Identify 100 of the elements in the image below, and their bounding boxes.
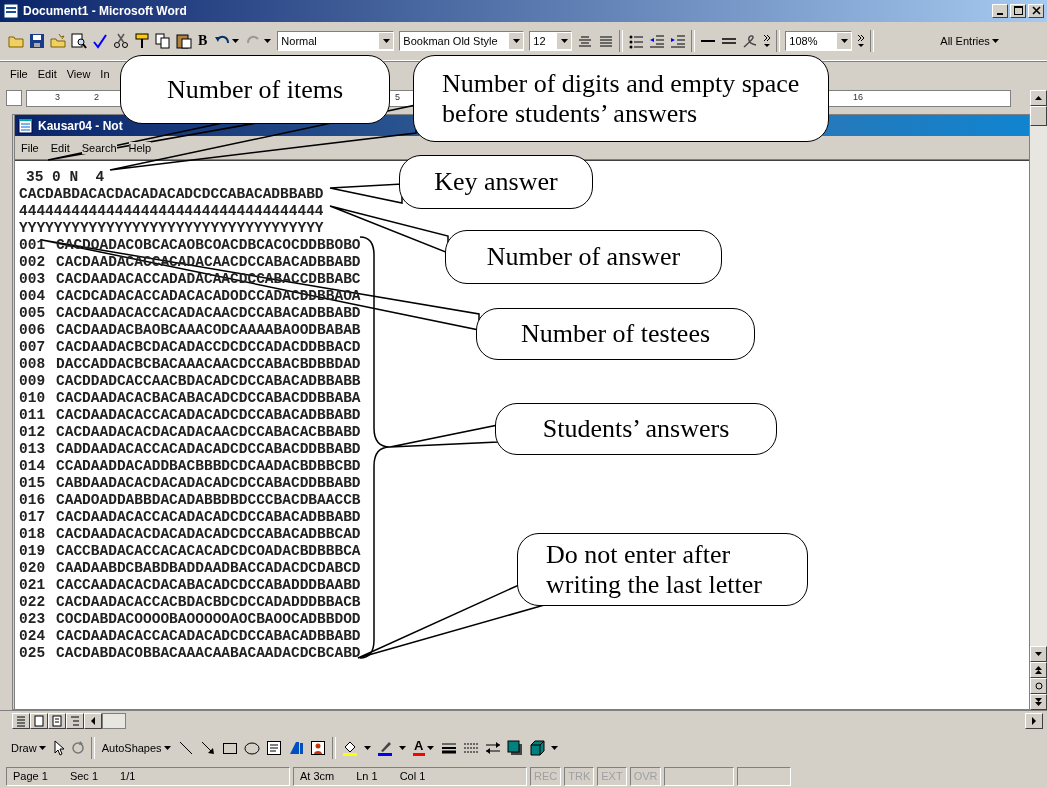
testee-number: 025 [19, 645, 47, 662]
callout: Key answer [399, 155, 593, 209]
testee-number: 017 [19, 509, 47, 526]
menu-item[interactable]: Edit [50, 141, 70, 154]
spelling-check-icon[interactable] [92, 33, 108, 49]
arrow-icon[interactable] [199, 740, 216, 756]
status-cell [737, 766, 792, 786]
line-color-icon[interactable] [376, 740, 393, 756]
answer-string: COCDABDACOOOOBAOOOOOAOCBAOOCADBBDOD [56, 611, 361, 628]
pointer-icon[interactable] [52, 740, 65, 756]
testee-number: 003 [19, 271, 47, 288]
page-icon[interactable] [34, 713, 44, 729]
lines-icon[interactable] [16, 713, 26, 729]
text-box-icon[interactable] [265, 740, 282, 756]
answer-string: CACDAADACACCACADACAACDCCABACADBBABD [56, 305, 361, 322]
style-dropdown[interactable]: Normal [277, 31, 395, 51]
testee-number: 014 [19, 458, 47, 475]
all-entries-button[interactable]: All Entries [939, 33, 1000, 49]
shadow-icon[interactable] [506, 740, 523, 756]
page-icon[interactable] [52, 713, 62, 729]
answer-string: CAADAABDCBABDBADDAADBACCADACDCDABCD [56, 560, 361, 577]
answer-string: CAADOADDABBDACADABBDBDCCCBACDBAACCB [56, 492, 361, 509]
answer-count-line: 44444444444444444444444444444444444 [19, 203, 324, 220]
draw-menu-button[interactable]: Draw [10, 740, 47, 756]
bold-button[interactable]: B [197, 33, 209, 49]
line-style-icon[interactable] [440, 740, 457, 756]
outdent-icon[interactable] [649, 33, 666, 49]
browse-object-button[interactable] [1030, 678, 1047, 694]
magnifier-page-icon[interactable] [71, 33, 87, 49]
copy-icon[interactable] [155, 33, 171, 49]
minimize-button[interactable] [992, 4, 1008, 18]
folder-icon[interactable] [50, 33, 66, 49]
fill-bucket-icon[interactable] [341, 740, 358, 756]
chevron-icon[interactable] [763, 33, 772, 49]
testee-number: 012 [19, 424, 47, 441]
rotate-icon[interactable] [70, 740, 85, 756]
next-page-button[interactable] [1030, 694, 1047, 710]
clipboard-icon[interactable] [176, 33, 192, 49]
menu-item[interactable]: File [10, 68, 28, 80]
brush-icon[interactable] [134, 33, 150, 49]
answer-string: DACCADDACBCBACAAACAACDCCABACBDBBDAD [56, 356, 361, 373]
menu-item[interactable]: File [21, 141, 39, 154]
autoshapes-menu-button[interactable]: AutoShapes [100, 740, 172, 756]
flag-line: YYYYYYYYYYYYYYYYYYYYYYYYYYYYYYYYYYY [19, 220, 324, 237]
menu-item[interactable]: Edit [37, 68, 57, 80]
line-icon[interactable] [177, 740, 194, 756]
print-view-button[interactable] [48, 713, 66, 729]
align-center-icon[interactable] [577, 33, 594, 49]
justify-icon[interactable] [598, 33, 615, 49]
horizontal-scrollbar[interactable] [102, 713, 126, 729]
answer-string: CACDAADACBAOBCAAACODCAAAABAOODBABAB [56, 322, 361, 339]
answer-string: CADDAADACACCACADACADCDCCABACDDBBABD [56, 441, 361, 458]
oval-icon[interactable] [243, 740, 260, 756]
web-view-button[interactable] [30, 713, 48, 729]
bullet-list-icon[interactable] [628, 33, 645, 49]
chevron-icon[interactable] [857, 33, 866, 49]
zoom-dropdown[interactable]: 108% [785, 31, 853, 51]
scrollbar[interactable] [1030, 90, 1047, 710]
arrow-style-icon[interactable] [484, 740, 501, 756]
menu-item[interactable]: In [100, 68, 110, 80]
outline-view-button[interactable] [66, 713, 84, 729]
answer-key-line: CACDABDACACDACADACADCDCCABACADBBABD [19, 186, 324, 203]
menu-item[interactable]: Search [81, 141, 117, 154]
answer-string: CCADAADDACADDBACBBBDCDCAADACBDBBCBD [56, 458, 361, 475]
testee-number: 024 [19, 628, 47, 645]
ruler-number: 3 [55, 91, 60, 102]
testee-number: 023 [19, 611, 47, 628]
folder-icon[interactable] [8, 33, 24, 49]
answer-string: CACCAADACACDACABACADCDCCABADDDBAABD [56, 577, 361, 594]
loop-icon[interactable] [742, 33, 759, 49]
scroll-down-button[interactable] [1030, 646, 1047, 662]
tab-selector[interactable] [6, 90, 22, 106]
testee-number: 019 [19, 543, 47, 560]
previous-page-button[interactable] [1030, 662, 1047, 678]
scroll-thumb[interactable] [1030, 106, 1047, 126]
status-text: Col 1 [399, 770, 426, 782]
wordart-icon[interactable] [287, 740, 304, 756]
window-title: Document1 - Microsoft Word [23, 4, 187, 18]
font-color-button[interactable]: A [411, 740, 435, 756]
callout: Students’ answers [495, 403, 777, 455]
word-app-icon [3, 3, 19, 19]
answer-string: CACDAADACACBACABACADCDCCABACDDBBABA [56, 390, 361, 407]
testee-number: 009 [19, 373, 47, 390]
menu-item[interactable]: View [66, 68, 91, 80]
testee-number: 013 [19, 441, 47, 458]
indent-icon[interactable] [670, 33, 687, 49]
testee-number: 002 [19, 254, 47, 271]
dash-style-icon[interactable] [462, 740, 479, 756]
rectangle-icon[interactable] [221, 740, 238, 756]
scissors-icon[interactable] [113, 33, 129, 49]
clip-art-icon[interactable] [309, 740, 326, 756]
font-size-dropdown[interactable]: 12 [529, 31, 573, 51]
normal-view-button[interactable] [12, 713, 30, 729]
scroll-right-button[interactable] [1025, 713, 1043, 729]
scroll-up-button[interactable] [1030, 90, 1047, 106]
status-text: At 3cm [300, 770, 335, 782]
font-dropdown[interactable]: Bookman Old Style [399, 31, 525, 51]
cube-icon[interactable] [528, 740, 545, 756]
outline-icon[interactable] [70, 713, 80, 729]
scroll-left-button[interactable] [84, 713, 102, 729]
